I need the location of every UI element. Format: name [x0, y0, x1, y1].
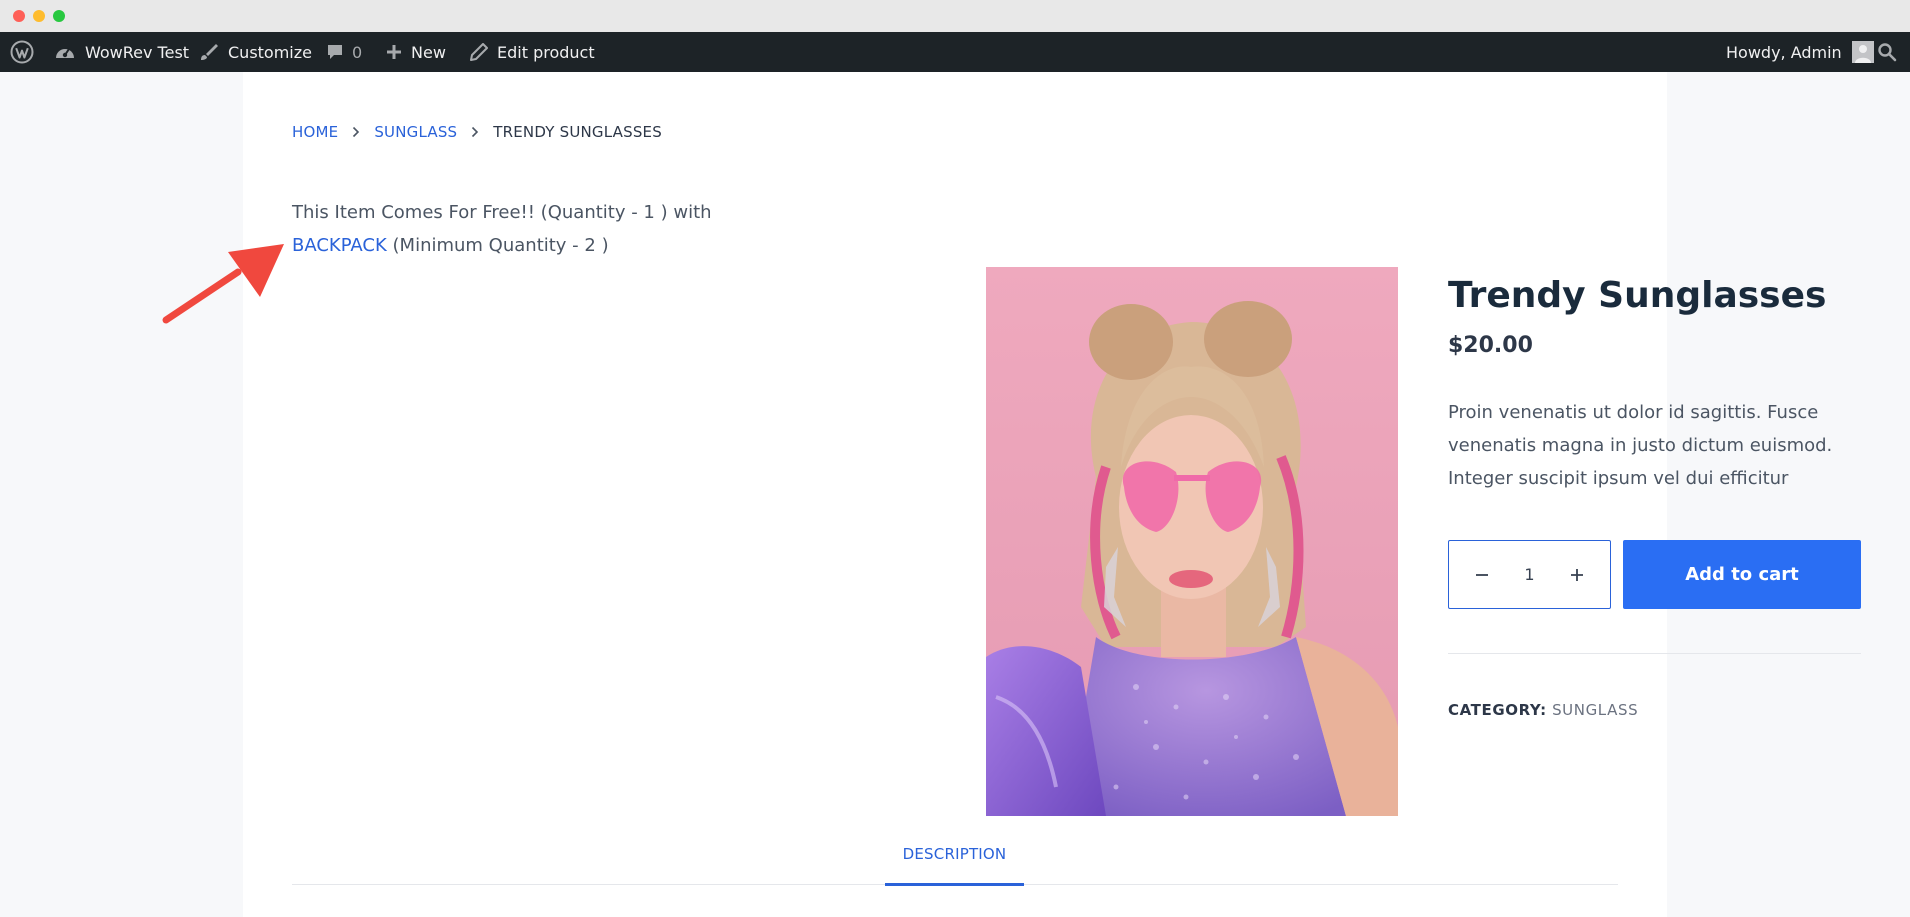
- category-link[interactable]: SUNGLASS: [1552, 701, 1638, 719]
- dashboard-icon: [54, 42, 76, 62]
- site-name-label: WowRev Test: [85, 42, 190, 62]
- wordpress-icon: [10, 40, 34, 64]
- wp-admin-bar: WowRev Test Customize 0 New Edit product…: [0, 32, 1910, 72]
- wordpress-logo-button[interactable]: [10, 32, 34, 72]
- offer-text: This Item Comes For Free!! (Quantity - 1…: [292, 202, 712, 223]
- breadcrumb-category-link[interactable]: SUNGLASS: [374, 123, 457, 141]
- free-gift-offer: This Item Comes For Free!! (Quantity - 1…: [292, 196, 712, 262]
- window-titlebar: [0, 0, 1910, 32]
- site-name-menu[interactable]: WowRev Test: [54, 32, 189, 72]
- quantity-decrease-button[interactable]: [1474, 567, 1490, 583]
- category-label: CATEGORY:: [1448, 701, 1547, 719]
- annotation-arrow-icon: [162, 244, 284, 324]
- new-label: New: [411, 42, 446, 62]
- product-category: CATEGORY: SUNGLASS: [1448, 701, 1861, 719]
- account-menu[interactable]: Howdy, Admin: [1726, 32, 1874, 72]
- tab-description[interactable]: DESCRIPTION: [885, 835, 1024, 886]
- product-image[interactable]: [986, 267, 1398, 816]
- chevron-right-icon: [352, 126, 360, 138]
- chevron-right-icon: [471, 126, 479, 138]
- minus-icon: [1476, 573, 1488, 576]
- comments-menu[interactable]: 0: [326, 32, 362, 72]
- edit-product-label: Edit product: [497, 42, 595, 62]
- breadcrumb: HOME SUNGLASS TRENDY SUNGLASSES: [292, 123, 662, 141]
- search-icon: [1877, 42, 1897, 62]
- add-to-cart-form: 1 Add to cart: [1448, 540, 1861, 609]
- new-content-menu[interactable]: New: [386, 32, 446, 72]
- quantity-input[interactable]: 1: [1524, 565, 1534, 584]
- quantity-increase-button[interactable]: [1569, 567, 1585, 583]
- close-window-button[interactable]: [13, 10, 25, 22]
- breadcrumb-current: TRENDY SUNGLASSES: [493, 123, 662, 141]
- avatar: [1851, 41, 1874, 63]
- breadcrumb-home-link[interactable]: HOME: [292, 123, 338, 141]
- customize-label: Customize: [228, 42, 312, 62]
- edit-product-link[interactable]: Edit product: [470, 32, 595, 72]
- plus-icon: [1571, 568, 1583, 581]
- product-page: HOME SUNGLASS TRENDY SUNGLASSES This Ite…: [243, 72, 1861, 917]
- maximize-window-button[interactable]: [53, 10, 65, 22]
- product-tabs: DESCRIPTION: [292, 835, 1618, 886]
- product-summary: Trendy Sunglasses $20.00 Proin venenatis…: [1448, 267, 1861, 719]
- offer-product-link[interactable]: BACKPACK: [292, 235, 387, 256]
- product-short-description: Proin venenatis ut dolor id sagittis. Fu…: [1448, 402, 1833, 489]
- offer-condition-text: (Minimum Quantity - 2 ): [386, 235, 609, 256]
- comment-icon: [326, 43, 344, 61]
- product-title: Trendy Sunglasses: [1448, 275, 1827, 316]
- minimize-window-button[interactable]: [33, 10, 45, 22]
- customize-menu[interactable]: Customize: [199, 32, 312, 72]
- product-price: $20.00: [1448, 333, 1533, 358]
- comments-count: 0: [352, 42, 363, 62]
- pencil-icon: [470, 43, 488, 61]
- quantity-stepper: 1: [1448, 540, 1611, 609]
- admin-search-button[interactable]: [1877, 32, 1897, 72]
- howdy-label: Howdy, Admin: [1726, 42, 1842, 62]
- divider: [1448, 653, 1861, 654]
- add-to-cart-button[interactable]: Add to cart: [1623, 540, 1861, 609]
- plus-icon: [386, 44, 402, 60]
- brush-icon: [199, 42, 219, 62]
